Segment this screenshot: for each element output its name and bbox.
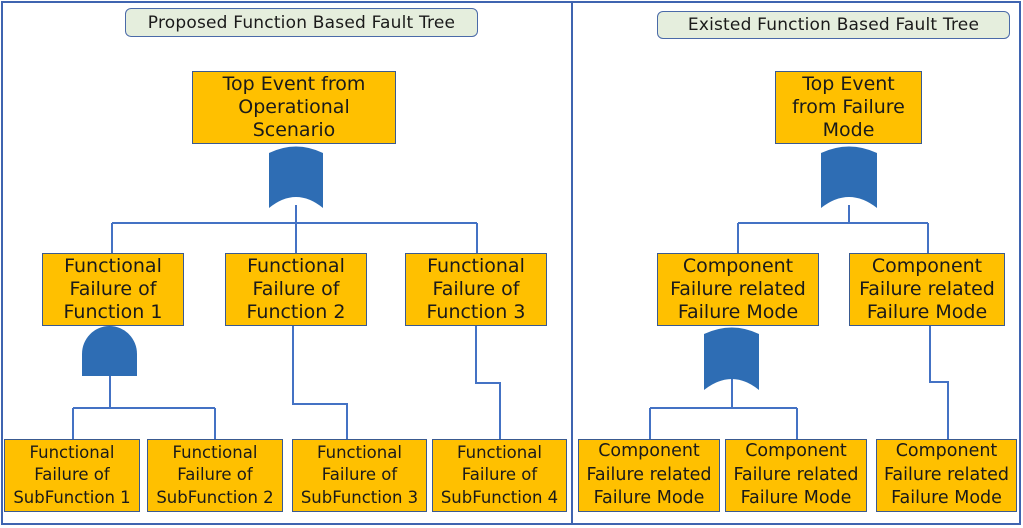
connector-f3-to-sf4	[475, 326, 501, 439]
left-panel-title: Proposed Function Based Fault Tree	[125, 8, 478, 37]
top-event-node-existing: Top Event from Failure Mode	[775, 71, 922, 144]
subfunction-node-3: Functional Failure of SubFunction 3	[292, 439, 427, 512]
or-gate-icon	[269, 146, 323, 208]
right-panel-title: Existed Function Based Fault Tree	[657, 11, 1010, 39]
connector-f1-to-subfunctions	[72, 376, 216, 439]
connector-c1-to-leaves	[649, 376, 798, 439]
leaf-node-2: Component Failure related Failure Mode	[725, 439, 867, 512]
function-node-2: Functional Failure of Function 2	[225, 253, 367, 326]
connector-c2-to-leaf3	[929, 326, 949, 439]
subfunction-node-4: Functional Failure of SubFunction 4	[432, 439, 567, 512]
function-node-1: Functional Failure of Function 1	[42, 253, 184, 326]
component-node-2: Component Failure related Failure Mode	[849, 253, 1005, 326]
connector-righttop-to-components	[737, 205, 929, 253]
subfunction-node-1: Functional Failure of SubFunction 1	[4, 439, 140, 512]
component-node-1: Component Failure related Failure Mode	[657, 253, 819, 326]
leaf-node-3: Component Failure related Failure Mode	[876, 439, 1017, 512]
connector-top-to-functions	[111, 205, 478, 253]
top-event-node: Top Event from Operational Scenario	[192, 71, 396, 144]
subfunction-node-2: Functional Failure of SubFunction 2	[147, 439, 283, 512]
leaf-node-1: Component Failure related Failure Mode	[578, 439, 720, 512]
connector-f2-to-sf3	[292, 326, 348, 439]
function-node-3: Functional Failure of Function 3	[405, 253, 547, 326]
or-gate-icon	[821, 146, 877, 208]
and-gate-icon	[82, 326, 137, 376]
